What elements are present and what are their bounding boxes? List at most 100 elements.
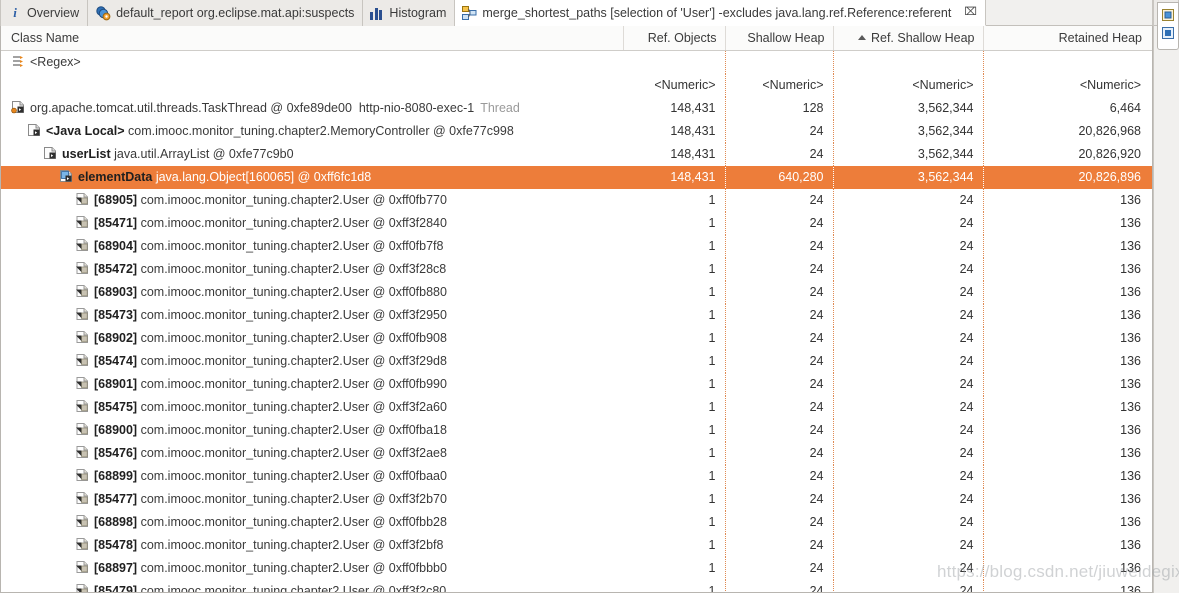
- table-row[interactable]: [68904] com.imooc.monitor_tuning.chapter…: [1, 234, 1152, 258]
- cell-ref-shallow-heap: 24: [833, 395, 984, 419]
- cell-ref-objects: 1: [623, 556, 726, 580]
- cell-retained-heap: 136: [1120, 193, 1141, 207]
- thread-object-icon: [11, 100, 26, 117]
- column-header-ref-objects[interactable]: Ref. Objects: [623, 26, 726, 51]
- row-label-bold: [85472]: [94, 262, 138, 276]
- table-row[interactable]: [85471] com.imooc.monitor_tuning.chapter…: [1, 211, 1152, 235]
- table-row[interactable]: [85478] com.imooc.monitor_tuning.chapter…: [1, 533, 1152, 557]
- cell-class-name[interactable]: [68899] com.imooc.monitor_tuning.chapter…: [1, 465, 623, 488]
- cell-ref-objects: 1: [623, 211, 726, 235]
- row-label-text: org.apache.tomcat.util.threads.TaskThrea…: [30, 101, 352, 115]
- table-row[interactable]: [85476] com.imooc.monitor_tuning.chapter…: [1, 441, 1152, 465]
- table-row[interactable]: [68905] com.imooc.monitor_tuning.chapter…: [1, 188, 1152, 212]
- tab-histogram[interactable]: Histogram: [363, 0, 456, 26]
- tab-overview[interactable]: i Overview: [0, 0, 89, 26]
- cell-ref-objects: 1: [623, 533, 726, 557]
- close-icon[interactable]: ⌧: [964, 7, 977, 18]
- object-icon: [75, 284, 90, 301]
- column-header-shallow-heap[interactable]: Shallow Heap: [725, 26, 834, 51]
- table-row[interactable]: [68898] com.imooc.monitor_tuning.chapter…: [1, 510, 1152, 534]
- cell-class-name[interactable]: userList java.util.ArrayList @ 0xfe77c9b…: [1, 143, 623, 166]
- table-row[interactable]: org.apache.tomcat.util.threads.TaskThrea…: [1, 96, 1152, 120]
- row-label-text: com.imooc.monitor_tuning.chapter2.User @…: [140, 354, 447, 368]
- cell-ref-objects: 148,431: [623, 142, 726, 166]
- cell-class-name[interactable]: [85473] com.imooc.monitor_tuning.chapter…: [1, 304, 623, 327]
- cell-retained-heap: 136: [1120, 561, 1141, 575]
- table-row[interactable]: [68900] com.imooc.monitor_tuning.chapter…: [1, 418, 1152, 442]
- row-label-text: com.imooc.monitor_tuning.chapter2.User @…: [140, 262, 447, 276]
- cell-retained-heap: 136: [1120, 538, 1141, 552]
- cell-class-name[interactable]: [85478] com.imooc.monitor_tuning.chapter…: [1, 534, 623, 557]
- cell-class-name[interactable]: [68905] com.imooc.monitor_tuning.chapter…: [1, 189, 623, 212]
- merge-paths-tree-table[interactable]: Class Name Ref. Objects Shallow Heap Ref…: [0, 26, 1153, 593]
- table-row[interactable]: [68899] com.imooc.monitor_tuning.chapter…: [1, 464, 1152, 488]
- table-row[interactable]: [68903] com.imooc.monitor_tuning.chapter…: [1, 280, 1152, 304]
- row-label-text: com.imooc.monitor_tuning.chapter2.User @…: [140, 538, 444, 552]
- histogram-icon: [370, 7, 384, 20]
- table-row[interactable]: [85473] com.imooc.monitor_tuning.chapter…: [1, 303, 1152, 327]
- cell-ref-shallow-heap: 24: [833, 487, 984, 511]
- table-row[interactable]: <Numeric> <Numeric> <Numeric> <Numeric>: [1, 73, 1152, 97]
- table-row[interactable]: [68902] com.imooc.monitor_tuning.chapter…: [1, 326, 1152, 350]
- cell-class-name[interactable]: [85477] com.imooc.monitor_tuning.chapter…: [1, 488, 623, 511]
- cell-class-name[interactable]: [85474] com.imooc.monitor_tuning.chapter…: [1, 350, 623, 373]
- cell-class-name[interactable]: org.apache.tomcat.util.threads.TaskThrea…: [1, 97, 623, 120]
- cell-class-name[interactable]: [85479] com.imooc.monitor_tuning.chapter…: [1, 580, 623, 592]
- column-header-class-name[interactable]: Class Name: [1, 26, 624, 51]
- cell-class-name[interactable]: <Regex>: [1, 50, 623, 74]
- cell-ref-objects: 1: [623, 487, 726, 511]
- cell-ref-shallow-heap: 3,562,344: [833, 96, 984, 120]
- local-object-icon: [27, 123, 42, 140]
- tab-merge-shortest-paths[interactable]: merge_shortest_paths [selection of 'User…: [455, 0, 986, 26]
- info-icon: i: [13, 5, 17, 20]
- table-row[interactable]: [68901] com.imooc.monitor_tuning.chapter…: [1, 372, 1152, 396]
- cell-class-name[interactable]: [68902] com.imooc.monitor_tuning.chapter…: [1, 327, 623, 350]
- cell-ref-objects: 1: [623, 395, 726, 419]
- cell-retained-heap: 136: [1120, 285, 1141, 299]
- cell-retained-heap: 136: [1120, 423, 1141, 437]
- cell-class-name[interactable]: [1, 74, 623, 97]
- cell-shallow-heap: 24: [725, 142, 834, 166]
- cell-ref-objects: 1: [623, 441, 726, 465]
- cell-retained-heap: 136: [1120, 584, 1141, 593]
- cell-retained-heap: 136: [1120, 331, 1141, 345]
- table-row[interactable]: [85475] com.imooc.monitor_tuning.chapter…: [1, 395, 1152, 419]
- cell-class-name[interactable]: [68901] com.imooc.monitor_tuning.chapter…: [1, 373, 623, 396]
- cell-class-name[interactable]: [85471] com.imooc.monitor_tuning.chapter…: [1, 212, 623, 235]
- table-row[interactable]: [85479] com.imooc.monitor_tuning.chapter…: [1, 579, 1152, 593]
- table-row[interactable]: elementData java.lang.Object[160065] @ 0…: [1, 165, 1152, 189]
- cell-class-name[interactable]: [68897] com.imooc.monitor_tuning.chapter…: [1, 557, 623, 580]
- table-row[interactable]: [85474] com.imooc.monitor_tuning.chapter…: [1, 349, 1152, 373]
- table-row[interactable]: userList java.util.ArrayList @ 0xfe77c9b…: [1, 142, 1152, 166]
- cell-class-name[interactable]: elementData java.lang.Object[160065] @ 0…: [1, 165, 623, 189]
- cell-shallow-heap: 24: [725, 326, 834, 350]
- heap-dump-icon[interactable]: [1161, 8, 1175, 22]
- cell-class-name[interactable]: [85472] com.imooc.monitor_tuning.chapter…: [1, 258, 623, 281]
- cell-class-name[interactable]: [85475] com.imooc.monitor_tuning.chapter…: [1, 396, 623, 419]
- cell-class-name[interactable]: [68898] com.imooc.monitor_tuning.chapter…: [1, 511, 623, 534]
- table-row[interactable]: [85477] com.imooc.monitor_tuning.chapter…: [1, 487, 1152, 511]
- cell-class-name[interactable]: [68903] com.imooc.monitor_tuning.chapter…: [1, 281, 623, 304]
- row-label-text: com.imooc.monitor_tuning.chapter2.User @…: [140, 492, 447, 506]
- table-row[interactable]: <Java Local> com.imooc.monitor_tuning.ch…: [1, 119, 1152, 143]
- table-row[interactable]: [85472] com.imooc.monitor_tuning.chapter…: [1, 257, 1152, 281]
- cell-ref-objects: 148,431: [623, 165, 726, 189]
- table-row[interactable]: <Regex>: [1, 50, 1152, 74]
- mat-window: i Overview default_report org.eclipse.ma…: [0, 0, 1179, 593]
- column-header-ref-shallow-heap[interactable]: Ref. Shallow Heap: [833, 26, 984, 51]
- cell-class-name[interactable]: [85476] com.imooc.monitor_tuning.chapter…: [1, 442, 623, 465]
- cell-class-name[interactable]: [68904] com.imooc.monitor_tuning.chapter…: [1, 235, 623, 258]
- cell-retained-heap: 136: [1120, 308, 1141, 322]
- row-label-bold: [68903]: [94, 285, 138, 299]
- cell-shallow-heap: 24: [725, 119, 834, 143]
- cell-ref-shallow-heap: 24: [833, 257, 984, 281]
- table-row[interactable]: [68897] com.imooc.monitor_tuning.chapter…: [1, 556, 1152, 580]
- row-label-text: java.lang.Object[160065] @ 0xff6fc1d8: [155, 170, 372, 184]
- column-header-retained-heap[interactable]: Retained Heap: [983, 26, 1152, 51]
- tab-default-report[interactable]: default_report org.eclipse.mat.api:suspe…: [88, 0, 364, 26]
- cell-class-name[interactable]: <Java Local> com.imooc.monitor_tuning.ch…: [1, 120, 623, 143]
- cell-ref-shallow-heap: 24: [833, 234, 984, 258]
- inspector-icon[interactable]: [1161, 26, 1175, 40]
- cell-class-name[interactable]: [68900] com.imooc.monitor_tuning.chapter…: [1, 419, 623, 442]
- object-icon: [75, 353, 90, 370]
